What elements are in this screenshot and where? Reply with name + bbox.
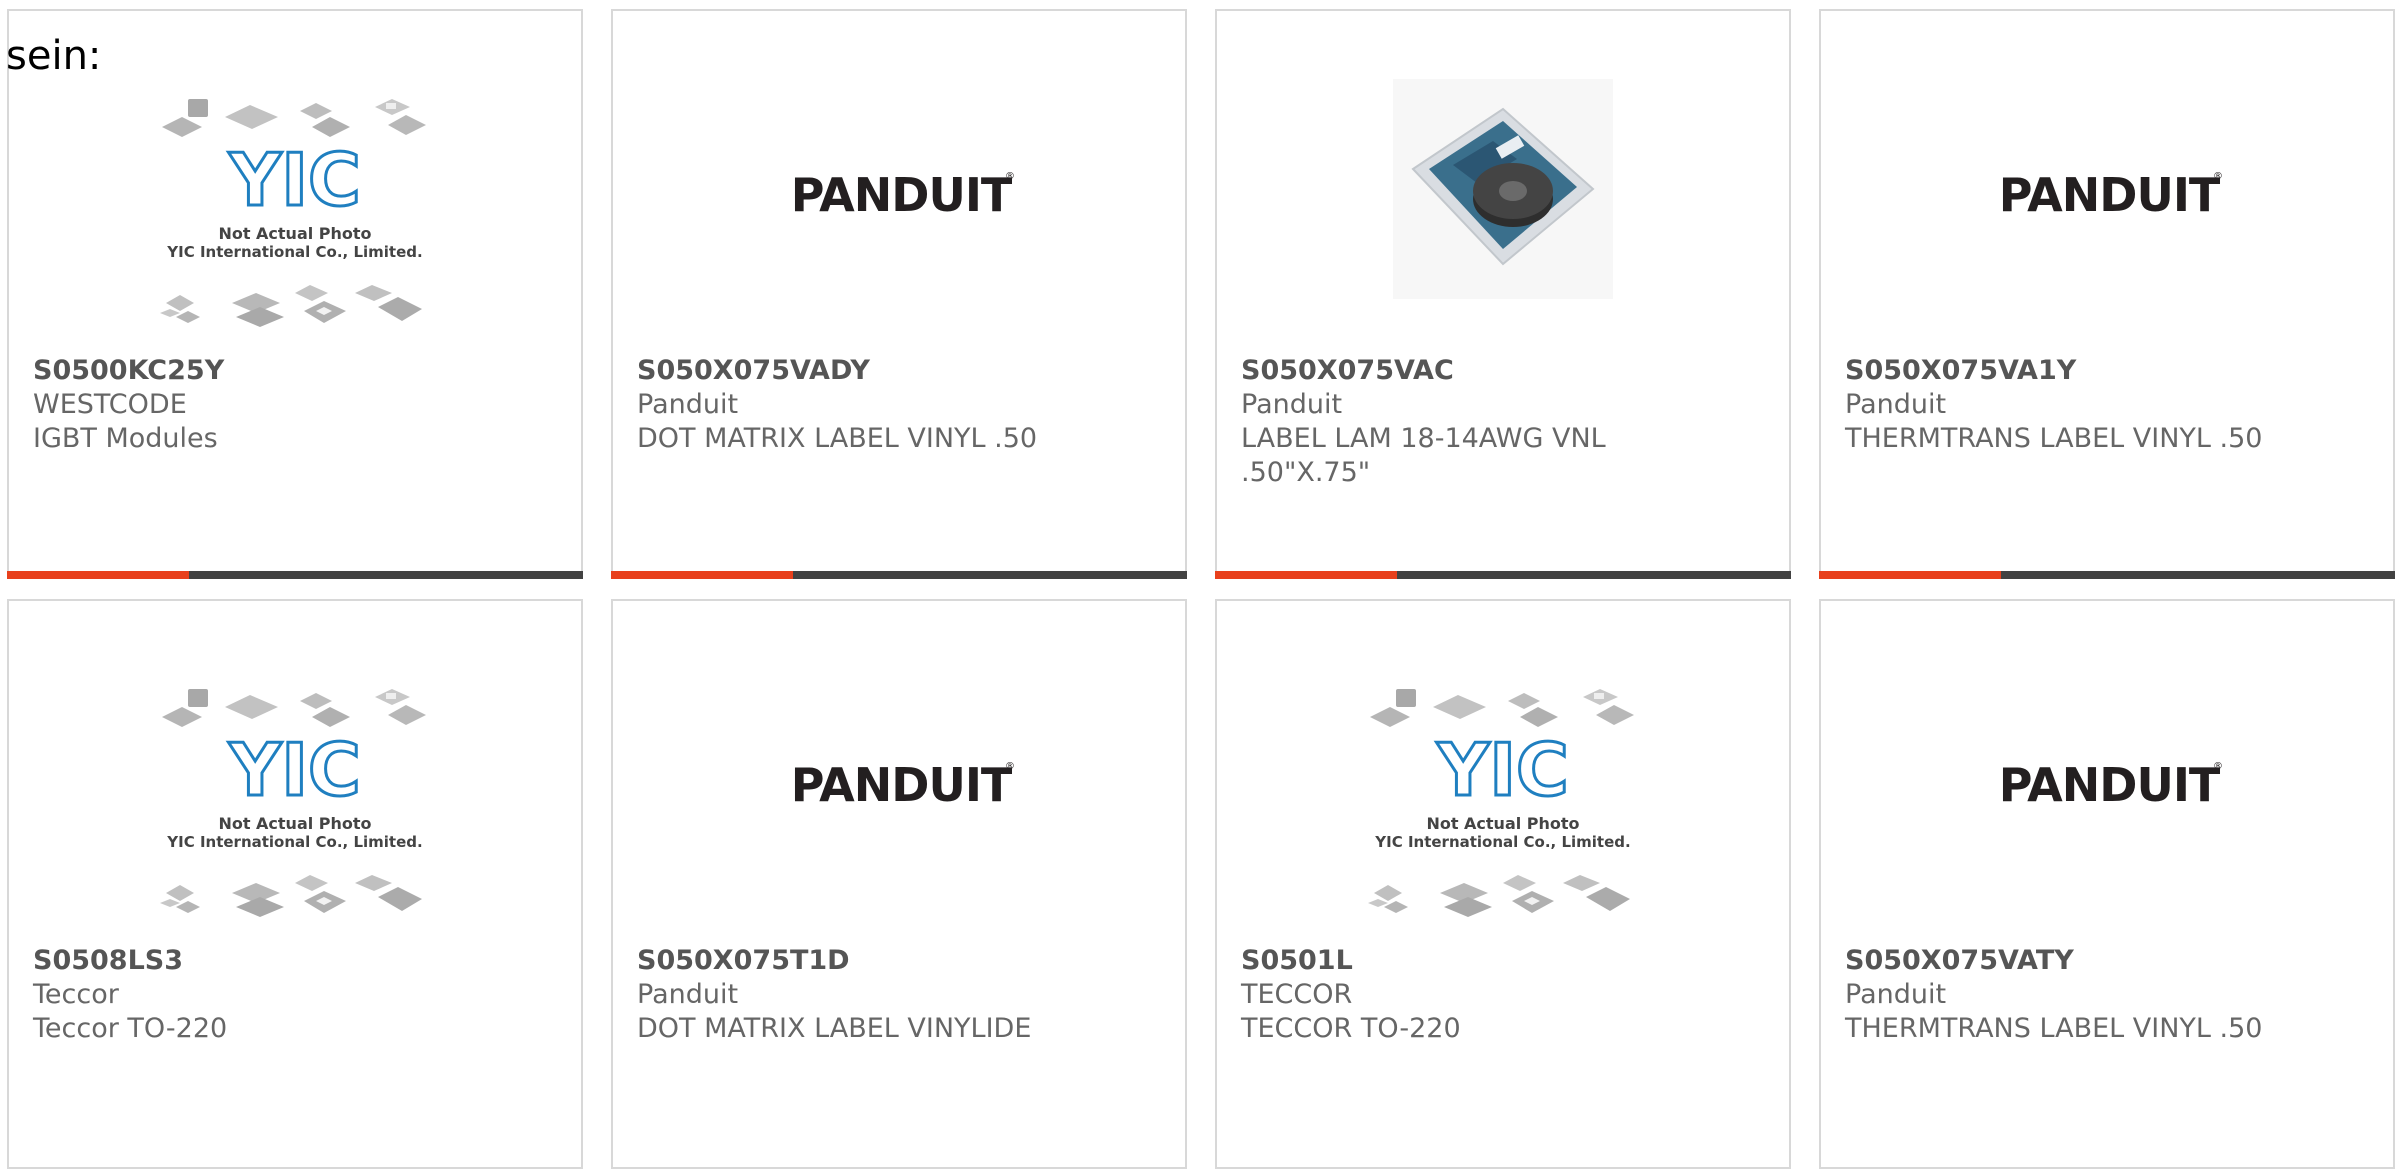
product-card[interactable]: YIC Not Actual Photo YIC International C…	[7, 599, 583, 1169]
svg-text:YIC: YIC	[228, 138, 361, 222]
manufacturer: Panduit	[637, 979, 739, 1010]
description: DOT MATRIX LABEL VINYLIDE	[637, 1013, 1032, 1044]
product-thumbnail: YIC Not Actual Photo YIC International C…	[9, 95, 581, 357]
product-card[interactable]: S050X075VAC Panduit LABEL LAM 18-14AWG V…	[1215, 9, 1791, 579]
description: DOT MATRIX LABEL VINYL .50	[637, 423, 1038, 454]
description: THERMTRANS LABEL VINYL .50	[1845, 1013, 2263, 1044]
product-thumbnail: YIC Not Actual Photo YIC International C…	[9, 685, 581, 947]
product-card[interactable]: PANDUIT ® S050X075VA1Y Panduit THERMTRAN…	[1819, 9, 2395, 579]
yic-placeholder-icon: YIC Not Actual Photo YIC International C…	[160, 99, 426, 327]
svg-text:®: ®	[1005, 171, 1015, 182]
svg-text:PANDUIT: PANDUIT	[1999, 168, 2221, 222]
product-card[interactable]: PANDUIT ® S050X075T1D Panduit DOT MATRIX…	[611, 599, 1187, 1169]
description: IGBT Modules	[33, 423, 218, 454]
part-number[interactable]: S050X075VA1Y	[1845, 354, 2369, 388]
panduit-logo-icon: PANDUIT ®	[791, 168, 1015, 222]
product-card[interactable]: YIC Not Actual Photo YIC International C…	[1215, 599, 1791, 1169]
product-thumbnail: PANDUIT ®	[613, 601, 1185, 951]
description: Teccor TO-220	[33, 1013, 228, 1044]
description: TECCOR TO-220	[1241, 1013, 1461, 1044]
product-thumbnail: PANDUIT ®	[613, 11, 1185, 361]
part-number[interactable]: S0508LS3	[33, 944, 557, 978]
card-accent	[1819, 571, 2001, 579]
placeholder-line1: Not Actual Photo	[218, 814, 371, 833]
svg-text:®: ®	[1005, 761, 1015, 772]
svg-text:YIC: YIC	[1436, 728, 1569, 812]
panduit-logo-icon: PANDUIT ®	[1999, 168, 2223, 222]
panduit-logo-icon: PANDUIT ®	[1999, 758, 2223, 812]
placeholder-line1: Not Actual Photo	[218, 224, 371, 243]
svg-text:®: ®	[2213, 171, 2223, 182]
part-number[interactable]: S0500KC25Y	[33, 354, 557, 388]
card-underline	[611, 571, 1187, 579]
prefix-text: sein:	[6, 33, 102, 79]
product-thumbnail	[1217, 79, 1789, 341]
card-underline	[1215, 571, 1791, 579]
card-accent	[611, 571, 793, 579]
svg-text:PANDUIT: PANDUIT	[1999, 758, 2221, 812]
part-number[interactable]: S050X075VADY	[637, 354, 1161, 388]
placeholder-line2: YIC International Co., Limited.	[1374, 833, 1630, 851]
yic-placeholder-icon: YIC Not Actual Photo YIC International C…	[1368, 689, 1634, 917]
manufacturer: Panduit	[1845, 389, 1947, 420]
manufacturer: Teccor	[33, 979, 119, 1010]
manufacturer: Panduit	[637, 389, 739, 420]
svg-text:PANDUIT: PANDUIT	[791, 168, 1013, 222]
card-underline	[7, 571, 583, 579]
panduit-logo-icon: PANDUIT ®	[791, 758, 1015, 812]
part-number[interactable]: S050X075VATY	[1845, 944, 2369, 978]
product-card[interactable]: PANDUIT ® S050X075VADY Panduit DOT MATRI…	[611, 9, 1187, 579]
svg-text:PANDUIT: PANDUIT	[791, 758, 1013, 812]
label-cartridge-photo-icon	[1393, 79, 1613, 299]
product-thumbnail: YIC Not Actual Photo YIC International C…	[1217, 685, 1789, 947]
card-underline	[1819, 571, 2395, 579]
product-card[interactable]: YIC Not Actual Photo YIC International C…	[7, 9, 583, 579]
part-number[interactable]: S0501L	[1241, 944, 1765, 978]
part-number[interactable]: S050X075T1D	[637, 944, 1161, 978]
product-thumbnail: PANDUIT ®	[1821, 601, 2393, 951]
description: LABEL LAM 18-14AWG VNL .50"X.75"	[1241, 423, 1606, 488]
placeholder-line1: Not Actual Photo	[1426, 814, 1579, 833]
svg-text:YIC: YIC	[228, 728, 361, 812]
product-thumbnail: PANDUIT ®	[1821, 11, 2393, 361]
part-number[interactable]: S050X075VAC	[1241, 354, 1765, 388]
placeholder-line2: YIC International Co., Limited.	[166, 243, 422, 261]
yic-placeholder-icon: YIC Not Actual Photo YIC International C…	[160, 689, 426, 917]
manufacturer: Panduit	[1845, 979, 1947, 1010]
card-accent	[1215, 571, 1397, 579]
placeholder-line2: YIC International Co., Limited.	[166, 833, 422, 851]
manufacturer: WESTCODE	[33, 389, 187, 420]
card-accent	[7, 571, 189, 579]
product-card[interactable]: PANDUIT ® S050X075VATY Panduit THERMTRAN…	[1819, 599, 2395, 1169]
svg-text:®: ®	[2213, 761, 2223, 772]
manufacturer: TECCOR	[1241, 979, 1353, 1010]
description: THERMTRANS LABEL VINYL .50	[1845, 423, 2263, 454]
manufacturer: Panduit	[1241, 389, 1343, 420]
